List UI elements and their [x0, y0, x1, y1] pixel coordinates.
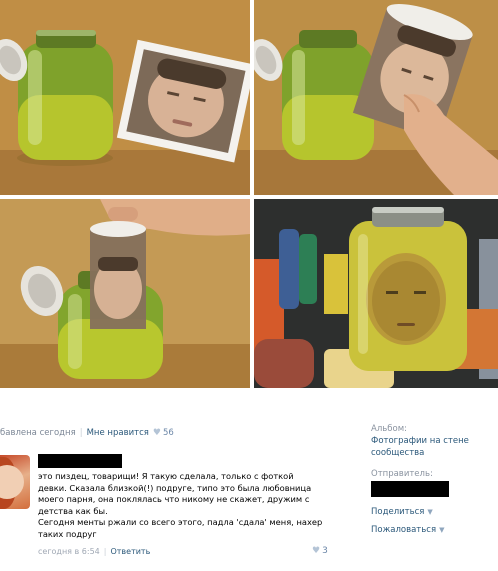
- album-link[interactable]: Фотографии на стене сообщества: [371, 436, 491, 459]
- sender-label: Отправитель:: [371, 469, 433, 479]
- report-button[interactable]: Пожаловаться ▼: [371, 525, 491, 536]
- redacted-author-name: [38, 454, 122, 468]
- comment-meta: сегодня в 6:54 | Ответить: [38, 547, 150, 556]
- avatar[interactable]: [0, 455, 30, 509]
- like-button[interactable]: Мне нравится: [87, 428, 149, 438]
- comment-time[interactable]: сегодня в 6:54: [38, 547, 100, 556]
- redacted-sender: [371, 481, 449, 497]
- heart-icon[interactable]: ♥: [153, 428, 161, 438]
- comment-like-count: 3: [322, 546, 328, 556]
- reply-button[interactable]: Ответить: [110, 547, 150, 556]
- post-date: бавлена сегодня: [0, 428, 76, 438]
- comment-line: девки. Сказала близкой(!) подруге, типо …: [38, 482, 312, 493]
- heart-icon[interactable]: ♥: [312, 546, 320, 556]
- photo-panel-4: [254, 199, 498, 388]
- jar-in-fridge-image: [254, 199, 498, 388]
- photo-collage[interactable]: [0, 0, 498, 388]
- chevron-down-icon: ▼: [439, 526, 445, 534]
- album-label: Альбом:: [371, 424, 407, 434]
- comment-line: Сегодня менты ржали со всего этого, падл…: [38, 517, 323, 528]
- comment-line: это пиздец, товарищи! Я такую сделала, т…: [38, 471, 294, 481]
- photo-panel-1: [0, 0, 250, 195]
- share-label: Поделиться: [371, 507, 425, 517]
- post-meta: бавлена сегодня | Мне нравится ♥ 56: [0, 428, 174, 438]
- report-label: Пожаловаться: [371, 525, 437, 535]
- separator: |: [103, 547, 107, 556]
- comment-line: детства как бы.: [38, 505, 108, 516]
- photo-panel-3: [0, 199, 250, 388]
- photo-sidebar: Альбом: Фотографии на стене сообщества О…: [371, 424, 491, 536]
- comment-line: моего парня, она поклялась что никому не…: [38, 494, 310, 505]
- jar-and-photo-image: [0, 0, 250, 195]
- rolled-photo-image: [254, 0, 498, 195]
- like-count: 56: [162, 428, 174, 438]
- insert-photo-image: [0, 199, 250, 388]
- comment-line: таких подруг: [38, 528, 97, 539]
- share-button[interactable]: Поделиться ▼: [371, 507, 491, 518]
- chevron-down-icon: ▼: [427, 508, 433, 516]
- comment-like[interactable]: ♥ 3: [312, 546, 328, 556]
- separator: |: [79, 428, 83, 438]
- comment-text: это пиздец, товарищи! Я такую сделала, т…: [38, 471, 343, 541]
- avatar-face: [0, 465, 24, 499]
- comment: это пиздец, товарищи! Я такую сделала, т…: [0, 451, 345, 561]
- photo-panel-2: [254, 0, 498, 195]
